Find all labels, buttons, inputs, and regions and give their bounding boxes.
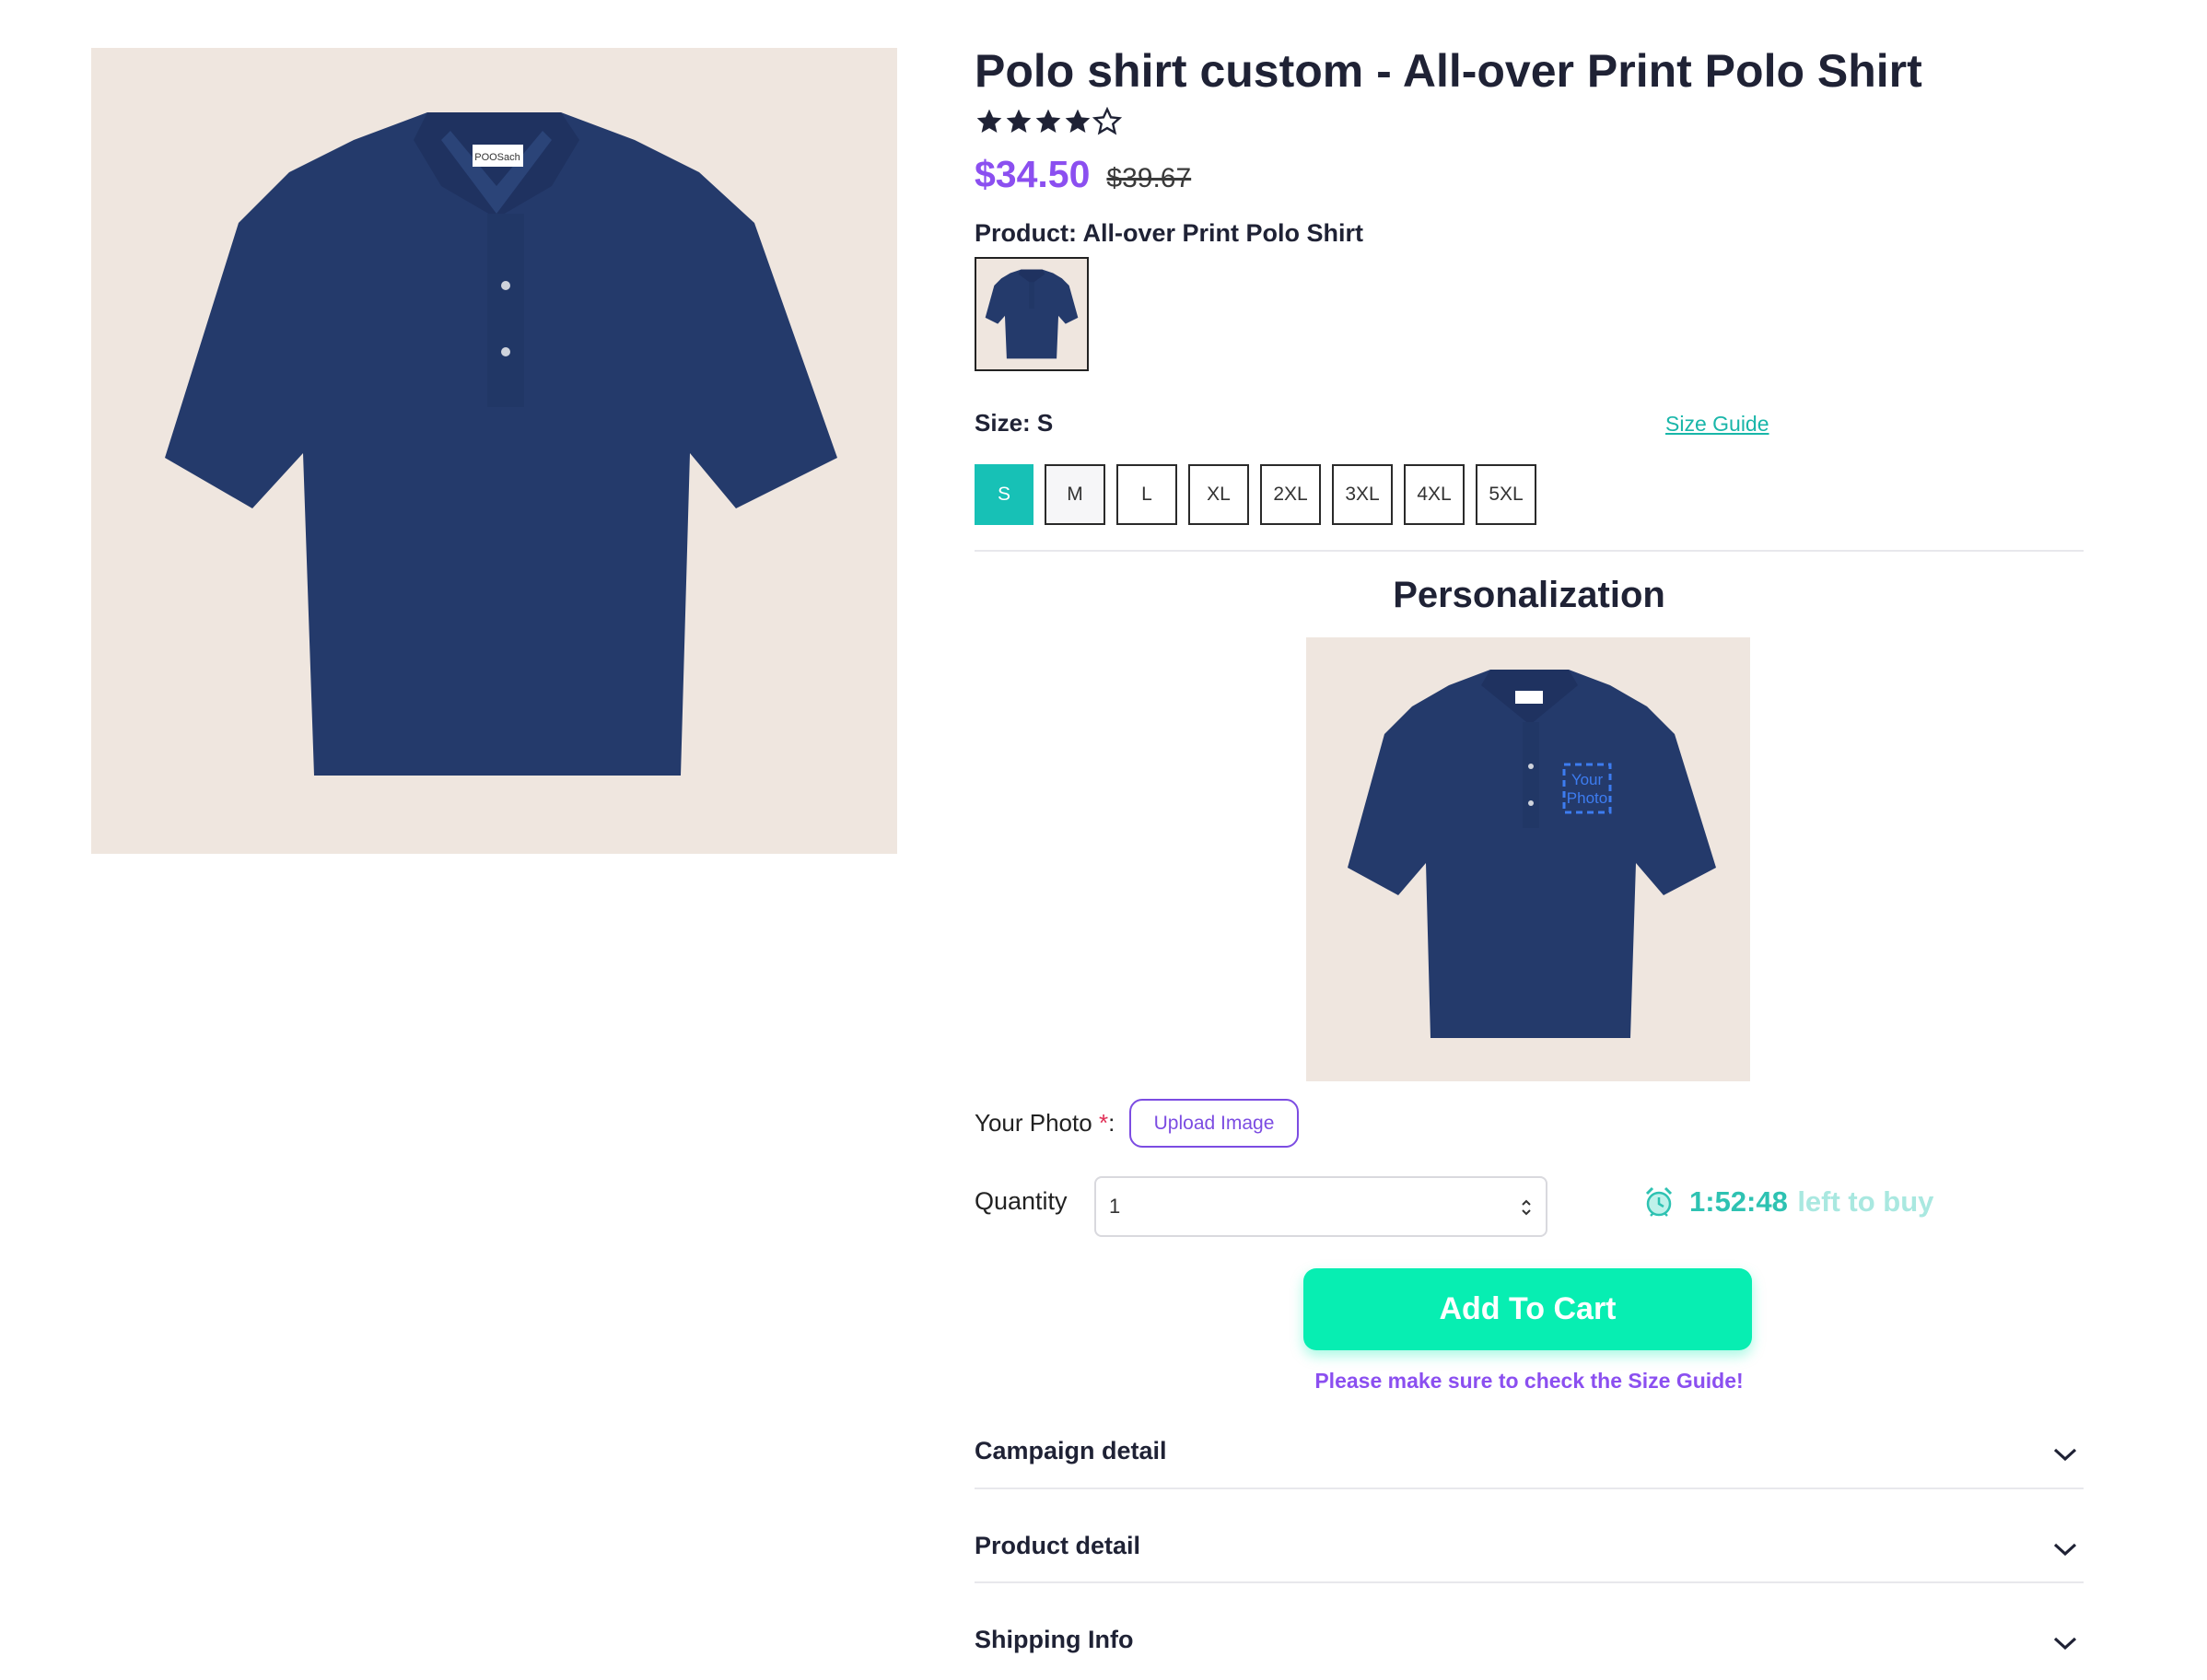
photo-placeholder-line1: Your bbox=[1571, 771, 1604, 788]
rating-stars bbox=[975, 107, 1122, 136]
size-option-l[interactable]: L bbox=[1116, 464, 1177, 525]
product-type-label: Product: All-over Print Polo Shirt bbox=[975, 219, 1363, 248]
countdown-timer: 1:52:48 left to buy bbox=[1643, 1185, 1933, 1219]
quantity-value: 1 bbox=[1109, 1195, 1121, 1218]
timer-time: 1:52:48 bbox=[1689, 1185, 1788, 1218]
chevron-down-icon bbox=[2053, 1448, 2077, 1462]
required-marker: * bbox=[1098, 1109, 1109, 1137]
size-option-xl[interactable]: XL bbox=[1188, 464, 1249, 525]
current-price: $34.50 bbox=[975, 153, 1091, 195]
accordion-title: Campaign detail bbox=[975, 1437, 1167, 1464]
section-divider bbox=[975, 550, 2084, 552]
size-option-4xl[interactable]: 4XL bbox=[1404, 464, 1465, 525]
product-title: Polo shirt custom - All-over Print Polo … bbox=[975, 45, 1922, 97]
star-icon bbox=[976, 109, 1002, 133]
select-arrows-icon bbox=[1522, 1199, 1531, 1216]
polo-thumbnail-image bbox=[976, 259, 1087, 369]
alarm-clock-icon bbox=[1645, 1186, 1673, 1217]
product-label-value: All-over Print Polo Shirt bbox=[1082, 219, 1364, 247]
size-option-2xl[interactable]: 2XL bbox=[1260, 464, 1321, 525]
personalization-preview: Your Photo bbox=[1306, 637, 1750, 1081]
star-outline-icon bbox=[1092, 107, 1122, 135]
size-guide-note: Please make sure to check the Size Guide… bbox=[1314, 1369, 1744, 1393]
product-variant-thumbnail[interactable] bbox=[975, 257, 1089, 371]
size-selected-value: S bbox=[1036, 409, 1054, 437]
accordion-title: Product detail bbox=[975, 1532, 1141, 1559]
accordion-title: Shipping Info bbox=[975, 1626, 1134, 1653]
photo-placeholder-line2: Photo bbox=[1567, 789, 1607, 807]
upload-image-button[interactable]: Upload Image bbox=[1129, 1099, 1299, 1148]
size-option-3xl[interactable]: 3XL bbox=[1332, 464, 1393, 525]
shirt-tag-text: POOSach bbox=[474, 152, 520, 163]
accordion-product-detail[interactable]: Product detail bbox=[975, 1513, 2084, 1605]
star-icon bbox=[1006, 109, 1032, 133]
size-option-m[interactable]: M bbox=[1045, 464, 1105, 525]
accordion-campaign-detail[interactable]: Campaign detail bbox=[975, 1418, 2084, 1511]
personalization-title: Personalization bbox=[1393, 575, 1665, 615]
accordion-divider bbox=[975, 1488, 2084, 1489]
price-row: $34.50 $39.67 bbox=[975, 153, 1191, 196]
chevron-down-icon bbox=[2053, 1543, 2077, 1557]
size-guide-link[interactable]: Size Guide bbox=[1665, 412, 1769, 437]
star-icon bbox=[1035, 109, 1061, 133]
polo-shirt-image: POOSach bbox=[91, 48, 897, 854]
main-product-image[interactable]: POOSach bbox=[91, 48, 897, 854]
chevron-down-icon bbox=[2053, 1637, 2077, 1651]
size-option-s[interactable]: S bbox=[975, 464, 1033, 525]
quantity-label: Quantity bbox=[975, 1187, 1068, 1215]
timer-suffix: left to buy bbox=[1797, 1185, 1934, 1218]
add-to-cart-button[interactable]: Add To Cart bbox=[1303, 1268, 1752, 1350]
your-photo-colon: : bbox=[1108, 1109, 1115, 1137]
quantity-select[interactable]: 1 bbox=[1094, 1176, 1547, 1237]
size-label-key: Size: bbox=[975, 409, 1031, 437]
star-icon bbox=[1065, 109, 1091, 133]
accordion-divider bbox=[975, 1581, 2084, 1583]
size-option-5xl[interactable]: 5XL bbox=[1476, 464, 1536, 525]
your-photo-text: Your Photo bbox=[975, 1109, 1099, 1137]
product-label-key: Product: bbox=[975, 219, 1077, 247]
size-options: S M L XL 2XL 3XL 4XL 5XL bbox=[975, 464, 1536, 525]
polo-preview-image: Your Photo bbox=[1306, 637, 1750, 1081]
accordion-shipping-info[interactable]: Shipping Info bbox=[975, 1607, 2084, 1680]
your-photo-label: Your Photo *: bbox=[975, 1109, 1115, 1138]
size-label: Size: S bbox=[975, 409, 1053, 438]
original-price: $39.67 bbox=[1106, 163, 1192, 193]
